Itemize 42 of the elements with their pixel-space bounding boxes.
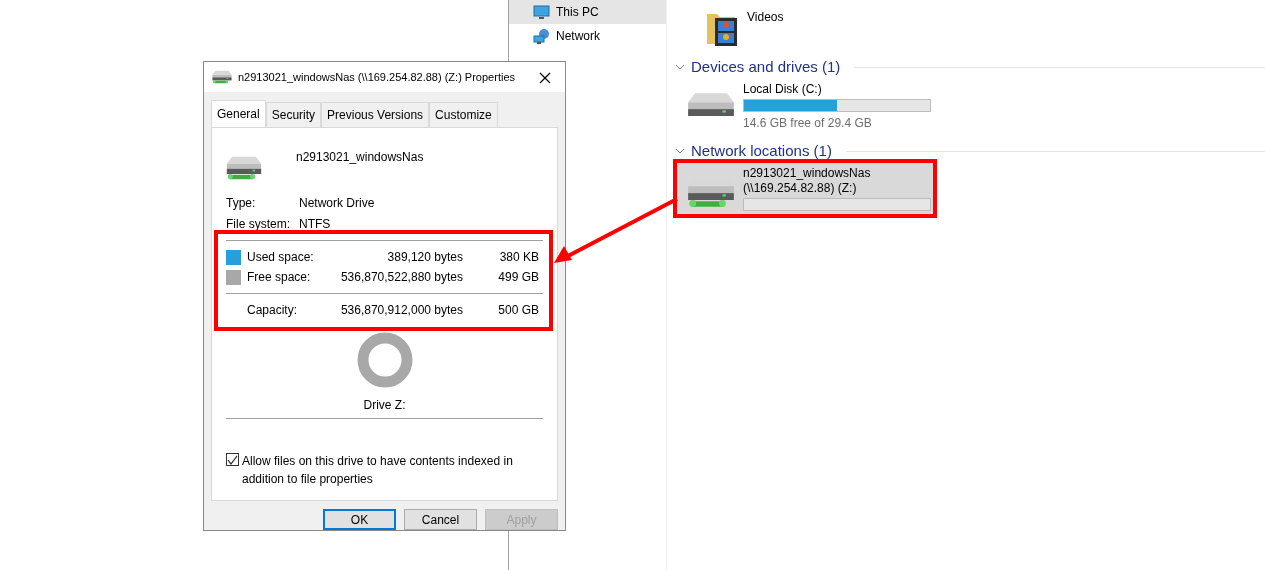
dialog-button[interactable]: Cancel <box>404 509 477 530</box>
folder-label[interactable]: Videos <box>747 8 784 52</box>
window-title: n2913021_windowsNas (\\169.254.82.88) (Z:) Properties <box>238 69 515 85</box>
nav-item[interactable]: Network <box>509 24 666 48</box>
property-value: NTFS <box>299 215 331 233</box>
capacity-label: Capacity: <box>247 302 299 319</box>
checkmark-icon <box>227 454 238 465</box>
checkbox-label: Allow files on this drive to have contents indexed in addition to file properties <box>242 453 514 488</box>
property-value: Network Drive <box>299 194 375 212</box>
size-value: 500 GB <box>497 302 539 319</box>
drive-name: Local Disk (C:) <box>743 82 823 97</box>
network-drive-icon <box>212 70 232 84</box>
free-space-text: 14.6 GB free of 29.4 GB <box>743 115 873 132</box>
drive-name: n2913021_windowsNas (\\169.254.82.88) (Z:) <box>743 166 872 196</box>
bytes-value: 389,120 bytes <box>386 249 463 266</box>
tab[interactable]: Previous Versions <box>321 102 430 127</box>
monitor-icon <box>533 4 550 20</box>
group-header[interactable]: Devices and drives (1) <box>691 55 841 79</box>
tab[interactable]: General <box>211 100 266 128</box>
bytes-value: 536,870,522,880 bytes <box>339 269 463 286</box>
tab[interactable]: Security <box>265 102 322 127</box>
usage-label: Free space: <box>247 269 312 286</box>
close-icon <box>539 71 551 84</box>
network-drive-icon <box>226 155 262 181</box>
drive-tile[interactable]: n2913021_windowsNas (\\169.254.82.88) (Z:) <box>677 162 933 215</box>
tab[interactable]: Customize <box>429 102 498 127</box>
usage-label: Used space: <box>247 249 315 266</box>
usage-ring-drawing <box>356 332 413 388</box>
property-label: File system: <box>226 215 291 233</box>
size-value: 499 GB <box>497 269 539 286</box>
property-label: Type: <box>226 194 257 212</box>
group-header[interactable]: Network locations (1) <box>691 139 832 163</box>
network-icon <box>533 27 550 45</box>
bytes-value: 536,870,912,000 bytes <box>339 302 463 319</box>
checkbox[interactable] <box>226 453 239 466</box>
dialog-button[interactable]: OK <box>323 509 396 530</box>
drive-name: n2913021_windowsNas <box>296 149 424 166</box>
size-value: 380 KB <box>498 249 539 266</box>
nav-item[interactable]: This PC <box>509 0 666 24</box>
hard-drive-icon <box>687 92 735 118</box>
drive-tile[interactable]: Local Disk (C:) 14.6 GB free of 29.4 GB <box>677 78 933 136</box>
drive-label: Drive Z: <box>363 397 406 414</box>
